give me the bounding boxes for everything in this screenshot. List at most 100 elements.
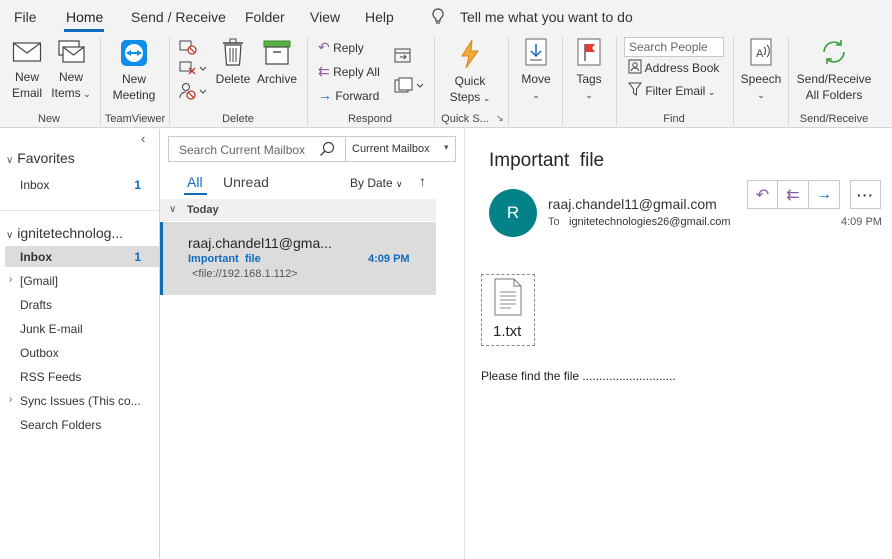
ribbon: New Email New Items ⌄ New New Meeting Te…: [0, 33, 892, 128]
group-label-delete: Delete: [222, 113, 254, 125]
collapse-pane-icon[interactable]: ‹: [141, 131, 145, 146]
delete-button[interactable]: Delete: [213, 37, 253, 87]
reply-button[interactable]: ↶ Reply: [318, 39, 364, 56]
tab-help[interactable]: Help: [365, 9, 394, 25]
reply-all-icon: ⇇: [318, 63, 330, 79]
message-subject: Important file: [188, 253, 261, 265]
reply-all-button[interactable]: ⇇: [778, 180, 809, 209]
attachment[interactable]: 1.txt: [481, 274, 535, 346]
speech-button[interactable]: A Speech ⌄: [739, 37, 783, 103]
clean-up-icon: [179, 61, 207, 75]
folder-search-folders[interactable]: Search Folders: [20, 418, 101, 432]
group-label-quick-steps: Quick S...: [441, 113, 489, 125]
filter-icon: [628, 82, 642, 96]
filter-email-label: Filter Email: [645, 84, 706, 98]
active-filter-indicator: [184, 193, 207, 195]
tab-folder[interactable]: Folder: [245, 9, 285, 25]
chevron-down-icon: ⌄: [80, 89, 91, 99]
folder-rss[interactable]: RSS Feeds: [20, 370, 81, 384]
group-label-teamviewer: TeamViewer: [104, 113, 166, 125]
filter-tab-unread[interactable]: Unread: [223, 174, 269, 190]
dialog-launcher-icon[interactable]: ↘: [496, 113, 504, 124]
new-email-button[interactable]: New Email: [8, 39, 46, 101]
reply-icon: ↶: [755, 186, 770, 204]
account-header[interactable]: ∨ ignitetechnolog...: [6, 225, 123, 241]
new-meeting-button[interactable]: New Meeting: [106, 39, 162, 103]
sort-by-date[interactable]: By Date ∨: [350, 176, 403, 190]
ignore-button[interactable]: [178, 38, 198, 59]
send-receive-label2: All Folders: [805, 88, 863, 102]
reply-button[interactable]: ↶: [747, 180, 778, 209]
folder-drafts[interactable]: Drafts: [20, 298, 52, 312]
list-item[interactable]: raaj.chandel11@gma... Important file 4:0…: [160, 222, 436, 295]
tags-button[interactable]: Tags ⌄: [570, 37, 608, 103]
text-file-icon: [493, 278, 523, 319]
group-header-today[interactable]: ∨ Today: [160, 199, 436, 221]
favorites-header[interactable]: ∨ Favorites: [6, 150, 75, 166]
chevron-down-icon: ⌄: [532, 90, 540, 100]
chevron-down-icon: ∨: [169, 204, 177, 215]
search-people-input[interactable]: Search People: [624, 37, 724, 57]
more-actions-button[interactable]: ···: [850, 180, 881, 209]
group-separator: [434, 37, 435, 125]
sort-label: By Date: [350, 176, 393, 190]
new-items-button[interactable]: New Items ⌄: [50, 39, 92, 102]
search-icon[interactable]: [319, 141, 335, 160]
folder-gmail[interactable]: [Gmail]: [20, 274, 58, 288]
search-scope-dropdown[interactable]: Current Mailbox ▾: [345, 136, 456, 162]
folder-sync-issues[interactable]: Sync Issues (This co...: [20, 394, 141, 408]
forward-button[interactable]: → Forward: [318, 87, 379, 104]
chevron-down-icon: ∨: [6, 230, 14, 241]
tab-send-receive[interactable]: Send / Receive: [131, 9, 226, 25]
teamviewer-icon: [121, 40, 147, 66]
meeting-reply-button[interactable]: [394, 47, 412, 66]
search-placeholder: Search Current Mailbox: [179, 143, 306, 157]
reply-all-button[interactable]: ⇇ Reply All: [318, 63, 380, 80]
sort-direction-arrow-icon[interactable]: ↑: [419, 173, 426, 189]
folder-junk[interactable]: Junk E-mail: [20, 322, 83, 336]
archive-icon: [263, 40, 291, 65]
filter-email-button[interactable]: Filter Email ⌄: [628, 82, 715, 100]
archive-button[interactable]: Archive: [255, 39, 299, 87]
new-items-label: New: [58, 70, 83, 84]
tell-me-search[interactable]: Tell me what you want to do: [460, 9, 633, 25]
send-receive-all-button[interactable]: Send/Receive All Folders: [794, 37, 874, 103]
message-list: Search Current Mailbox Current Mailbox ▾…: [160, 129, 465, 559]
chevron-right-icon[interactable]: ›: [9, 394, 12, 405]
address-book-label: Address Book: [644, 61, 720, 75]
email-recipient[interactable]: ignitetechnologies26@gmail.com: [569, 216, 731, 228]
group-separator: [616, 37, 617, 125]
tab-home[interactable]: Home: [66, 9, 103, 25]
chevron-right-icon[interactable]: ›: [9, 274, 12, 285]
svg-text:A: A: [756, 48, 764, 60]
junk-button[interactable]: [178, 81, 207, 104]
tab-view[interactable]: View: [310, 9, 340, 25]
more-respond-button[interactable]: [394, 77, 424, 98]
forward-label: Forward: [335, 89, 380, 103]
new-email-label2: Email: [11, 86, 42, 100]
filter-tab-all[interactable]: All: [187, 174, 203, 190]
folder-outbox[interactable]: Outbox: [20, 346, 59, 360]
tab-file[interactable]: File: [14, 9, 37, 25]
group-separator: [307, 37, 308, 125]
move-button[interactable]: Move ⌄: [516, 37, 556, 103]
inbox-folder[interactable]: Inbox: [20, 250, 52, 264]
forward-icon: →: [318, 87, 332, 103]
sync-icon: [823, 40, 845, 64]
forward-button[interactable]: →: [809, 180, 840, 209]
chevron-down-icon: ∨: [6, 155, 14, 166]
to-label: To: [548, 216, 560, 228]
quick-steps-button[interactable]: Quick Steps ⌄: [446, 39, 494, 106]
ribbon-tabs: File Home Send / Receive Folder View Hel…: [0, 0, 892, 33]
folder-label: Inbox: [20, 250, 52, 264]
search-mailbox-input[interactable]: Search Current Mailbox: [168, 136, 346, 162]
avatar[interactable]: R: [489, 189, 537, 237]
reply-all-label: Reply All: [333, 65, 380, 79]
email-sender[interactable]: raaj.chandel11@gmail.com: [548, 196, 717, 212]
address-book-button[interactable]: Address Book: [628, 59, 719, 76]
chevron-down-icon: ⌄: [480, 93, 491, 103]
clean-up-button[interactable]: [178, 59, 207, 80]
unread-count: 1: [134, 178, 141, 192]
quick-steps-label2: Steps: [449, 90, 481, 104]
envelope-icon: [12, 42, 42, 62]
